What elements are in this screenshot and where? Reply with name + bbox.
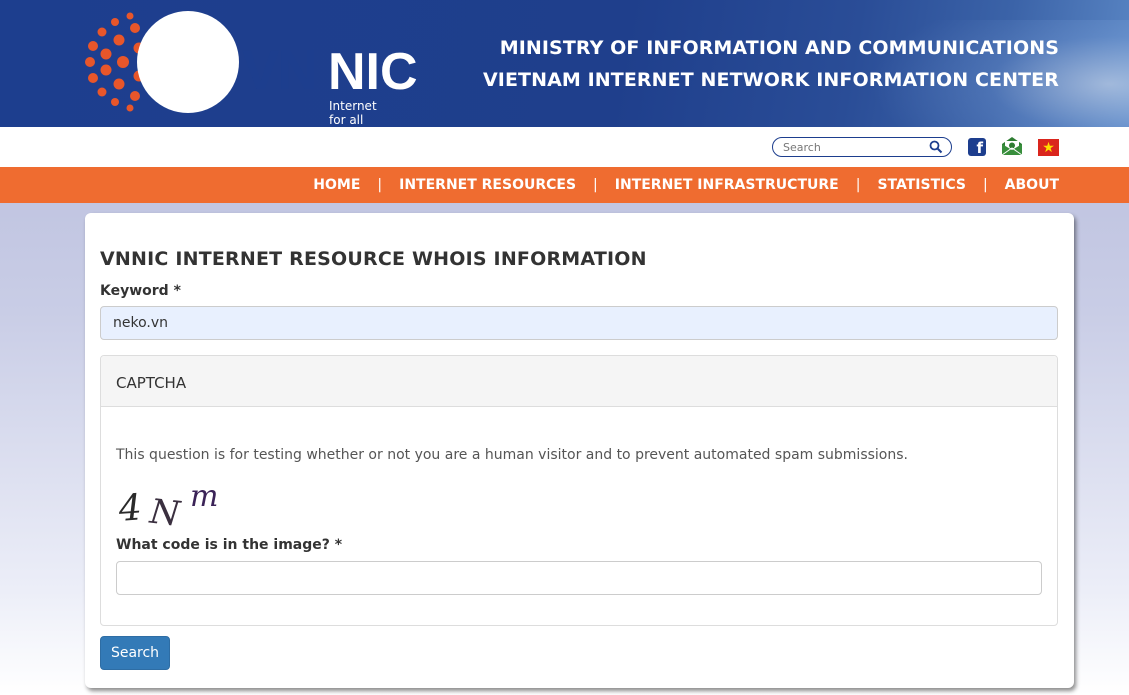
- nav-internet-resources[interactable]: INTERNET RESOURCES: [399, 177, 576, 193]
- nav-about[interactable]: ABOUT: [1005, 177, 1059, 193]
- mail-icon[interactable]: [1001, 136, 1023, 156]
- captcha-panel: CAPTCHA This question is for testing whe…: [100, 355, 1058, 626]
- site-search-input[interactable]: [783, 140, 923, 155]
- logo-tagline: Internet for all: [329, 99, 377, 127]
- captcha-code-input[interactable]: [116, 561, 1042, 595]
- svg-text:m: m: [190, 482, 218, 514]
- ministry-title: MINISTRY OF INFORMATION AND COMMUNICATIO…: [499, 37, 1059, 59]
- logo-nic-text: NIC: [328, 43, 418, 101]
- nav-separator: |: [593, 177, 598, 193]
- site-header: VN NIC Internet for all MINISTRY OF INFO…: [0, 0, 1129, 127]
- keyword-label: Keyword *: [100, 283, 181, 299]
- nav-internet-infrastructure[interactable]: INTERNET INFRASTRUCTURE: [615, 177, 839, 193]
- main-nav: HOME | INTERNET RESOURCES | INTERNET INF…: [0, 167, 1129, 203]
- vietnam-flag-icon[interactable]: ★: [1038, 139, 1059, 156]
- captcha-description: This question is for testing whether or …: [116, 447, 908, 463]
- captcha-code-label: What code is in the image? *: [116, 537, 343, 553]
- header-titles: MINISTRY OF INFORMATION AND COMMUNICATIO…: [483, 32, 1059, 96]
- page-title: VNNIC INTERNET RESOURCE WHOIS INFORMATIO…: [100, 248, 647, 270]
- svg-text:N: N: [147, 492, 183, 528]
- captcha-image: 4 N m: [116, 482, 218, 528]
- nav-home[interactable]: HOME: [313, 177, 360, 193]
- search-icon[interactable]: [929, 140, 943, 154]
- vnnic-logo[interactable]: VN NIC Internet for all: [82, 10, 418, 127]
- site-search: [772, 137, 952, 157]
- nav-separator: |: [982, 177, 988, 193]
- nav-separator: |: [377, 177, 383, 193]
- utility-bar: f ★: [0, 127, 1129, 167]
- nav-separator: |: [855, 177, 861, 193]
- whois-form-card: VNNIC INTERNET RESOURCE WHOIS INFORMATIO…: [85, 213, 1074, 688]
- logo-vn-text: VN: [242, 38, 318, 101]
- captcha-heading: CAPTCHA: [101, 356, 1057, 407]
- search-button[interactable]: Search: [100, 636, 170, 670]
- center-title: VIETNAM INTERNET NETWORK INFORMATION CEN…: [482, 69, 1059, 91]
- nav-statistics[interactable]: STATISTICS: [877, 177, 966, 193]
- facebook-icon[interactable]: f: [968, 138, 986, 156]
- keyword-input[interactable]: [100, 306, 1058, 340]
- nav-items: HOME | INTERNET RESOURCES | INTERNET INF…: [313, 167, 1059, 203]
- svg-text:4: 4: [116, 487, 143, 528]
